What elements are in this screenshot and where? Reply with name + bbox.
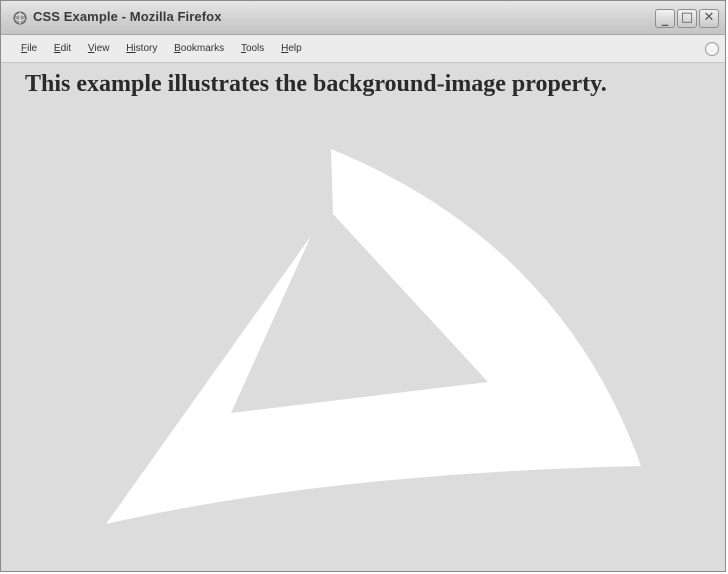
maximize-button[interactable]: □ xyxy=(677,9,697,28)
browser-window: CSS Example - Mozilla Firefox _ □ ✕ File… xyxy=(0,0,726,572)
swoosh-shape xyxy=(106,149,641,524)
menu-bookmarks[interactable]: Bookmarks xyxy=(174,43,224,54)
menu-history[interactable]: History xyxy=(126,43,157,54)
close-button[interactable]: ✕ xyxy=(699,9,719,28)
close-icon: ✕ xyxy=(703,10,715,25)
menu-file[interactable]: File xyxy=(21,43,37,54)
window-title: CSS Example - Mozilla Firefox xyxy=(33,9,222,24)
menu-bar: File Edit View History Bookmarks Tools H… xyxy=(1,35,725,63)
menu-edit[interactable]: Edit xyxy=(54,43,71,54)
minimize-icon: _ xyxy=(661,12,669,27)
triangle-swoosh-background-image xyxy=(106,149,641,524)
menu-view[interactable]: View xyxy=(88,43,110,54)
title-bar[interactable]: CSS Example - Mozilla Firefox _ □ ✕ xyxy=(1,1,725,35)
menu-help[interactable]: Help xyxy=(281,43,302,54)
menu-tools[interactable]: Tools xyxy=(241,43,264,54)
page-heading: This example illustrates the background-… xyxy=(25,71,607,97)
firefox-globe-icon xyxy=(13,11,27,25)
maximize-icon: □ xyxy=(680,10,694,25)
throbber-icon xyxy=(705,42,719,56)
minimize-button[interactable]: _ xyxy=(655,9,675,28)
page-content: This example illustrates the background-… xyxy=(1,63,725,571)
